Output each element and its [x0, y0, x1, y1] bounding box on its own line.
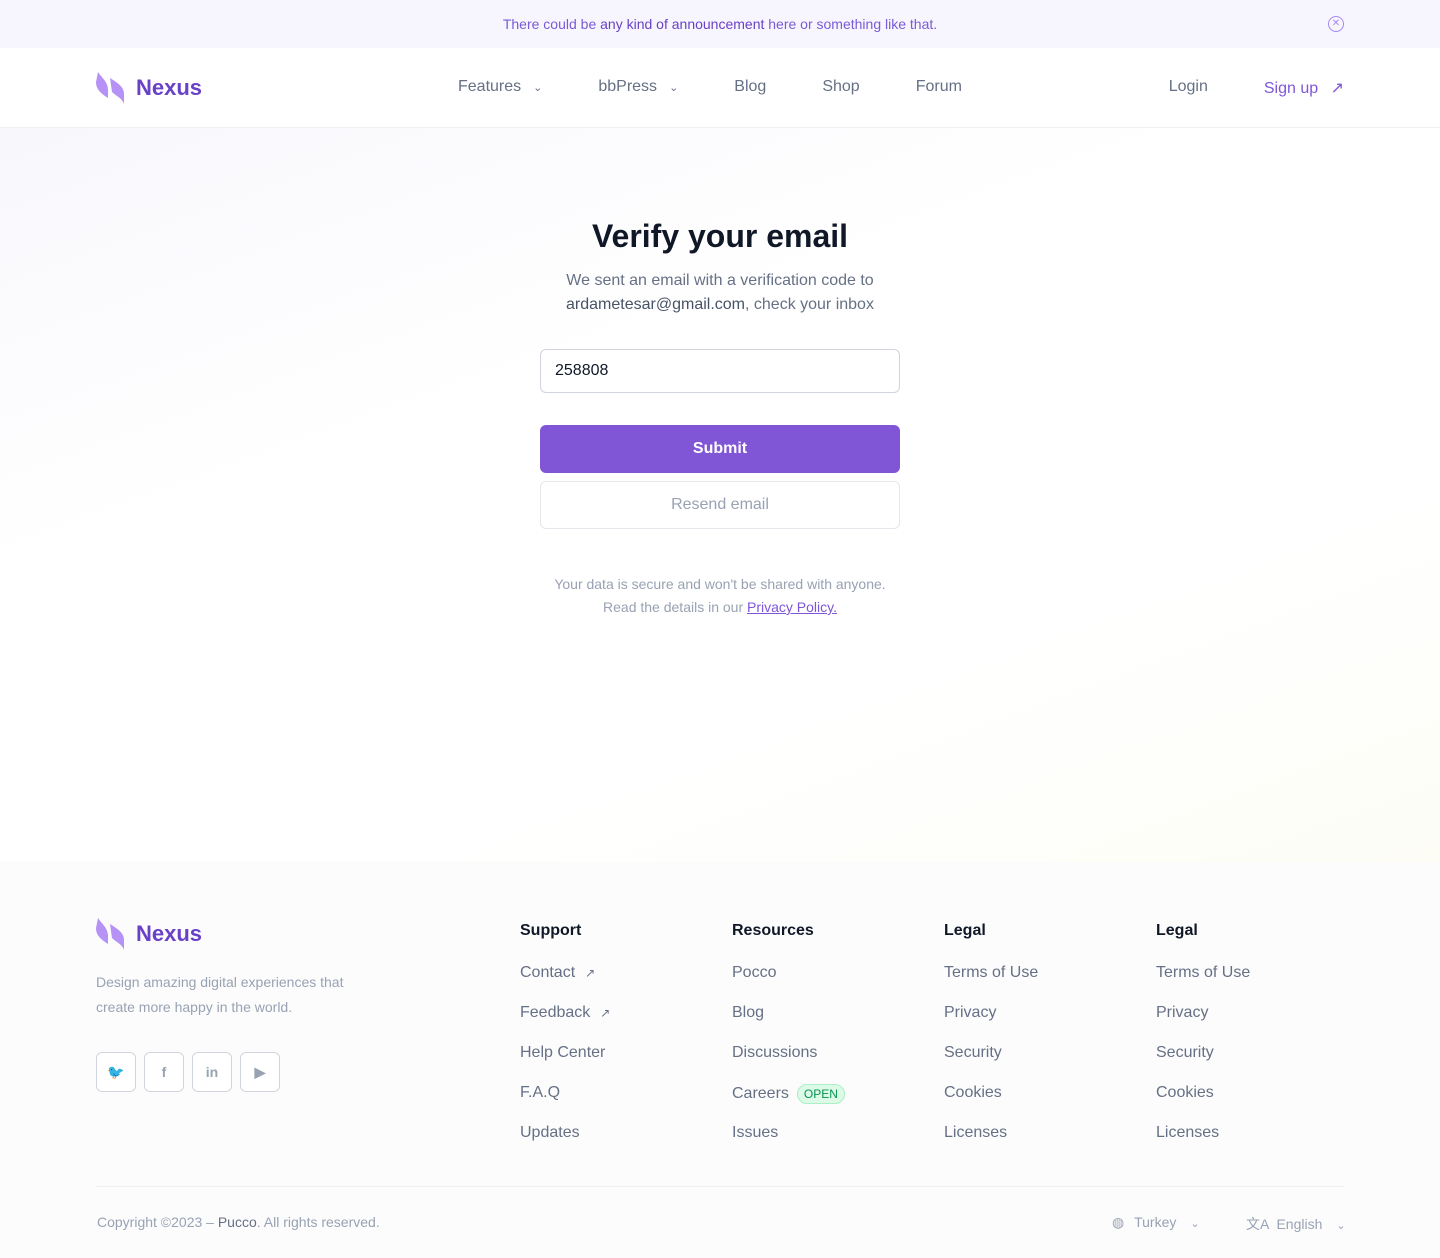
arrow-up-right-icon: ↗ — [1330, 80, 1344, 97]
linkedin-icon[interactable]: in — [192, 1052, 232, 1092]
youtube-icon[interactable]: ▶ — [240, 1052, 280, 1092]
nexus-logo-icon — [96, 918, 124, 950]
nexus-logo-icon — [96, 71, 124, 104]
footer-col-resources: Resources Pocco Blog Discussions Careers… — [732, 922, 845, 1164]
footer-col-legal: Legal Terms of Use Privacy Security Cook… — [944, 922, 1038, 1164]
nav-bbpress[interactable]: bbPress ⌄ — [598, 78, 678, 96]
footer-link[interactable]: Cookies — [1156, 1084, 1250, 1124]
login-link[interactable]: Login — [1169, 78, 1208, 98]
footer-link[interactable]: Blog — [732, 1004, 845, 1044]
footer-link[interactable]: Security — [944, 1044, 1038, 1084]
language-select[interactable]: 文A English ⌄ — [1246, 1214, 1346, 1234]
footer-link[interactable]: Terms of Use — [1156, 964, 1250, 1004]
arrow-up-right-icon: ↗ — [600, 1006, 611, 1020]
footer-link[interactable]: Terms of Use — [944, 964, 1038, 1004]
divider — [96, 1186, 1344, 1187]
chevron-down-icon: ⌄ — [1336, 1220, 1346, 1232]
brand-name: Nexus — [136, 74, 203, 100]
column-title: Legal — [944, 922, 986, 939]
country-select[interactable]: ◍ Turkey ⌄ — [1112, 1214, 1200, 1231]
nav-forum[interactable]: Forum — [916, 78, 962, 96]
nav-shop[interactable]: Shop — [822, 78, 859, 96]
privacy-note: Your data is secure and won't be shared … — [554, 576, 886, 615]
footer-link[interactable]: Updates — [520, 1124, 610, 1164]
footer-col-support: Support Contact ↗ Feedback ↗ Help Center F… — [520, 922, 610, 1164]
submit-button[interactable]: Submit — [540, 425, 900, 473]
brand-name: Nexus — [136, 921, 203, 946]
column-title: Support — [520, 922, 582, 939]
footer-link[interactable]: Licenses — [1156, 1124, 1250, 1164]
footer-link[interactable]: Security — [1156, 1044, 1250, 1084]
chevron-down-icon: ⌄ — [1190, 1218, 1200, 1230]
top-nav: Nexus Features ⌄ bbPress ⌄ Blog Shop Forum… — [0, 48, 1440, 128]
column-title: Legal — [1156, 922, 1198, 939]
footer: Nexus Design amazing digital experiences… — [0, 862, 1440, 1258]
footer-link[interactable]: Feedback ↗ — [520, 1004, 610, 1044]
chevron-down-icon: ⌄ — [533, 82, 543, 94]
privacy-policy-link[interactable]: Privacy Policy. — [747, 599, 837, 615]
resend-email-button[interactable]: Resend email — [540, 481, 900, 529]
footer-link[interactable]: Contact ↗ — [520, 964, 610, 1004]
footer-link[interactable]: Licenses — [944, 1124, 1038, 1164]
signup-link[interactable]: Sign up ↗ — [1264, 78, 1344, 98]
footer-link[interactable]: F.A.Q — [520, 1084, 610, 1124]
verify-section: Verify your email We sent an email with … — [0, 128, 1440, 863]
footer-link[interactable]: Pocco — [732, 964, 845, 1004]
footer-link[interactable]: Privacy — [944, 1004, 1038, 1044]
page-title: Verify your email — [591, 218, 849, 254]
footer-link[interactable]: Careers OPEN — [732, 1084, 845, 1124]
footer-link[interactable]: Discussions — [732, 1044, 845, 1084]
logo[interactable]: Nexus — [96, 71, 203, 104]
translate-icon: 文A — [1246, 1216, 1269, 1232]
footer-link[interactable]: Privacy — [1156, 1004, 1250, 1044]
twitter-icon[interactable]: 🐦 — [96, 1052, 136, 1092]
globe-icon: ◍ — [1112, 1214, 1125, 1230]
column-title: Resources — [732, 922, 814, 939]
close-circle-icon[interactable]: ✕ — [1328, 16, 1344, 32]
verify-description: We sent an email with a verification cod… — [566, 272, 874, 313]
footer-link[interactable]: Help Center — [520, 1044, 610, 1084]
footer-link[interactable]: Issues — [732, 1124, 845, 1164]
announcement-banner: There could be any kind of announcement … — [0, 0, 1440, 48]
chevron-down-icon: ⌄ — [669, 82, 679, 94]
verification-code-input[interactable] — [540, 349, 900, 393]
footer-logo[interactable]: Nexus — [96, 918, 356, 950]
tagline: Design amazing digital experiences that … — [96, 974, 344, 1015]
copyright: Copyright ©2023 – Pucco. All rights rese… — [97, 1214, 380, 1230]
footer-col-legal-2: Legal Terms of Use Privacy Security Cook… — [1156, 922, 1250, 1164]
arrow-up-right-icon: ↗ — [585, 966, 596, 980]
facebook-icon[interactable]: f — [144, 1052, 184, 1092]
footer-link[interactable]: Cookies — [944, 1084, 1038, 1124]
banner-text: There could be any kind of announcement … — [502, 16, 938, 32]
nav-blog[interactable]: Blog — [734, 78, 766, 96]
main-menu: Features ⌄ bbPress ⌄ Blog Shop Forum — [458, 78, 962, 96]
nav-features[interactable]: Features ⌄ — [458, 78, 542, 96]
open-badge: OPEN — [796, 1084, 845, 1104]
